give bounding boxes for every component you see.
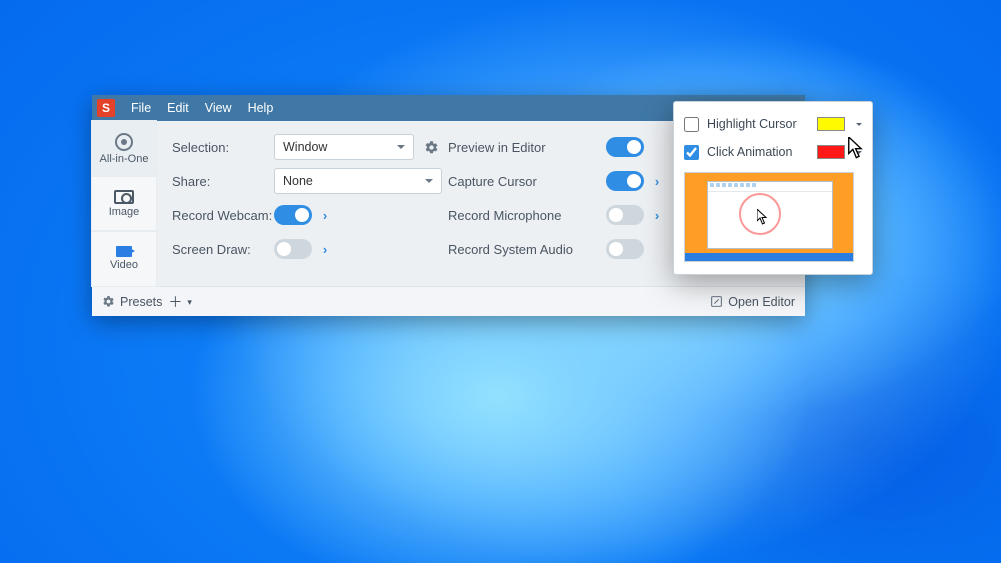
plus-icon: ＋: [168, 292, 182, 312]
preview-in-editor-label: Preview in Editor: [448, 140, 606, 155]
tab-image[interactable]: Image: [92, 176, 156, 231]
menu-file[interactable]: File: [123, 95, 159, 121]
click-animation-checkbox[interactable]: [684, 145, 699, 160]
record-webcam-label: Record Webcam:: [172, 208, 274, 223]
highlight-color-swatch[interactable]: [817, 117, 845, 131]
selection-select[interactable]: Window: [274, 134, 414, 160]
capture-cursor-options[interactable]: ›: [650, 174, 664, 189]
footer-bar: Presets ＋ ▾ Open Editor: [92, 286, 805, 316]
record-microphone-toggle[interactable]: [606, 205, 644, 225]
chevron-down-icon: [856, 151, 862, 157]
gear-icon: [102, 295, 115, 308]
menu-edit[interactable]: Edit: [159, 95, 197, 121]
chevron-down-icon: [856, 123, 862, 129]
record-microphone-label: Record Microphone: [448, 208, 606, 223]
share-select[interactable]: None: [274, 168, 442, 194]
chevron-down-icon: [425, 179, 433, 187]
tab-video[interactable]: Video: [92, 231, 156, 286]
cursor-preview-thumbnail: [684, 172, 854, 262]
tab-label: Video: [110, 259, 138, 271]
open-editor-label: Open Editor: [728, 295, 795, 309]
add-preset-button[interactable]: ＋ ▾: [168, 292, 192, 312]
app-icon: S: [97, 99, 115, 117]
tab-all-in-one[interactable]: All-in-One: [92, 121, 156, 176]
capture-type-tabs: All-in-One Image Video: [92, 121, 156, 286]
cursor-icon: [757, 209, 769, 225]
click-animation-label: Click Animation: [707, 145, 792, 159]
cursor-options-flyout: Highlight Cursor Click Animation: [673, 101, 873, 275]
open-editor-icon: [710, 295, 723, 308]
preview-in-editor-toggle[interactable]: [606, 137, 644, 157]
record-system-audio-toggle[interactable]: [606, 239, 644, 259]
capture-cursor-toggle[interactable]: [606, 171, 644, 191]
share-label: Share:: [172, 174, 274, 189]
presets-button[interactable]: Presets: [102, 295, 162, 309]
share-value: None: [283, 174, 313, 188]
click-color-swatch[interactable]: [817, 145, 845, 159]
all-in-one-icon: [115, 133, 133, 151]
video-icon: [116, 246, 132, 257]
highlight-cursor-label: Highlight Cursor: [707, 117, 797, 131]
tab-label: All-in-One: [100, 153, 149, 165]
record-webcam-options[interactable]: ›: [318, 208, 332, 223]
screen-draw-label: Screen Draw:: [172, 242, 274, 257]
record-system-audio-label: Record System Audio: [448, 242, 606, 257]
capture-cursor-label: Capture Cursor: [448, 174, 606, 189]
selection-label: Selection:: [172, 140, 274, 155]
selection-value: Window: [283, 140, 327, 154]
open-editor-button[interactable]: Open Editor: [710, 295, 795, 309]
gear-icon: [424, 140, 439, 155]
highlight-cursor-checkbox[interactable]: [684, 117, 699, 132]
selection-settings-button[interactable]: [420, 136, 442, 158]
presets-label: Presets: [120, 295, 162, 309]
menu-view[interactable]: View: [197, 95, 240, 121]
camera-icon: [114, 190, 134, 204]
record-microphone-options[interactable]: ›: [650, 208, 664, 223]
menu-help[interactable]: Help: [240, 95, 282, 121]
snagit-window: S File Edit View Help All-in-One Image V…: [92, 95, 805, 316]
screen-draw-toggle[interactable]: [274, 239, 312, 259]
add-caret: ▾: [187, 297, 192, 308]
chevron-down-icon: [397, 145, 405, 153]
tab-label: Image: [109, 206, 140, 218]
screen-draw-options[interactable]: ›: [318, 242, 332, 257]
record-webcam-toggle[interactable]: [274, 205, 312, 225]
